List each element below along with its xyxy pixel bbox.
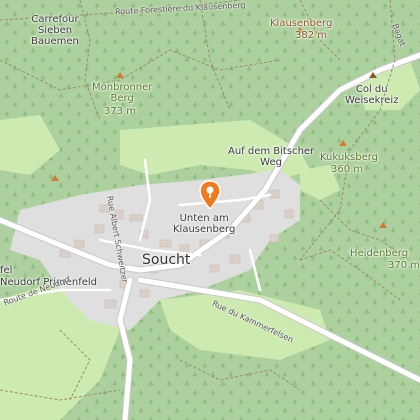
label-monbronner-elev: 373 m: [104, 106, 137, 117]
label-carrefour: Carrefour Sieben Bauemen: [31, 14, 79, 47]
label-klausenberg-elev: 382 m: [295, 30, 328, 41]
map-pin-icon[interactable]: [198, 180, 222, 210]
label-unten-am-klausenberg: Unten am Klausenberg: [173, 213, 236, 235]
map-base-layer: [0, 0, 420, 420]
map-canvas[interactable]: Carrefour Sieben Bauemen Route Forestièr…: [0, 0, 420, 420]
label-kukuksberg-elev: 360 m: [331, 164, 364, 175]
label-col-du-weisekreiz: Col du Weisekreiz: [345, 84, 399, 106]
label-bitscher-weg: Auf dem Bitscher Weg: [228, 146, 315, 168]
label-monbronner: Monbronner Berg: [92, 82, 153, 104]
label-heidenberg: Heidenberg: [350, 248, 409, 259]
label-soucht: Soucht: [142, 252, 191, 268]
label-klausenberg: Klausenberg: [270, 18, 333, 29]
label-fel: fel: [0, 265, 13, 276]
label-kukuksberg: Kukuksberg: [320, 152, 379, 163]
label-heidenberg-elev: 370 m: [388, 260, 420, 271]
